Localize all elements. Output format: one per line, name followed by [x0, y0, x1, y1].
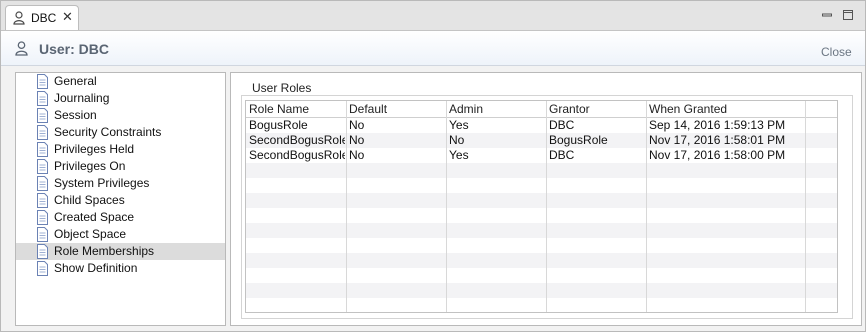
column-header[interactable]: Admin: [449, 102, 483, 116]
roles-table[interactable]: Role Name Default Admin Grantor When Granted…: [245, 100, 838, 313]
nav-item-privileges-on[interactable]: Privileges On: [16, 158, 225, 175]
tab-dbc[interactable]: DBC ✕: [5, 5, 79, 30]
group-title: User Roles: [249, 81, 315, 95]
nav-item-label: Journaling: [54, 91, 110, 105]
column-divider: [546, 101, 547, 312]
table-cell: DBC: [549, 148, 575, 162]
table-cell: BogusRole: [549, 133, 608, 147]
nav-item-object-space[interactable]: Object Space: [16, 226, 225, 243]
table-cell: No: [349, 133, 365, 147]
maximize-icon[interactable]: [842, 9, 854, 21]
column-divider: [646, 101, 647, 312]
table-cell: SecondBogusRole: [249, 148, 345, 162]
nav-item-label: Session: [54, 108, 97, 122]
nav-item-show-definition[interactable]: Show Definition: [16, 260, 225, 277]
nav-item-system-privileges[interactable]: System Privileges: [16, 175, 225, 192]
user-icon: [13, 11, 25, 25]
nav-item-label: Child Spaces: [54, 193, 125, 207]
document-icon: [37, 193, 48, 208]
nav-item-role-memberships[interactable]: Role Memberships: [16, 243, 225, 260]
table-cell: No: [449, 133, 465, 147]
section-navigator: General Journaling Session Security Constra…: [15, 72, 226, 326]
document-icon: [37, 227, 48, 242]
nav-item-label: Role Memberships: [54, 244, 155, 258]
empty-row: [246, 163, 837, 178]
nav-item-label: Security Constraints: [54, 125, 162, 139]
column-header[interactable]: When Granted: [649, 102, 727, 116]
empty-row: [246, 178, 837, 193]
nav-item-label: General: [54, 74, 97, 88]
table-cell: SecondBogusRole: [249, 133, 345, 147]
document-icon: [37, 108, 48, 123]
table-cell: No: [349, 118, 365, 132]
empty-row: [246, 268, 837, 283]
nav-item-label: Created Space: [54, 210, 135, 224]
tab-label: DBC: [31, 11, 57, 25]
user-icon: [15, 41, 28, 56]
nav-item-child-spaces[interactable]: Child Spaces: [16, 192, 225, 209]
column-header[interactable]: Default: [349, 102, 387, 116]
table-cell: Sep 14, 2016 1:59:13 PM: [649, 118, 786, 132]
document-icon: [37, 74, 48, 89]
close-link[interactable]: Close: [821, 45, 852, 59]
table-row[interactable]: SecondBogusRole No Yes DBC Nov 17, 2016 1:58…: [246, 148, 837, 163]
document-icon: [37, 142, 48, 157]
table-cell: Yes: [449, 118, 469, 132]
nav-item-session[interactable]: Session: [16, 107, 225, 124]
empty-row: [246, 298, 837, 312]
nav-item-label: Object Space: [54, 227, 127, 241]
document-icon: [37, 176, 48, 191]
empty-row: [246, 283, 837, 298]
nav-item-label: Privileges Held: [54, 142, 135, 156]
document-icon: [37, 261, 48, 276]
document-icon: [37, 244, 48, 259]
nav-item-general[interactable]: General: [16, 73, 225, 90]
column-divider: [446, 101, 447, 312]
column-header[interactable]: Grantor: [549, 102, 590, 116]
table-header: Role Name Default Admin Grantor When Granted: [246, 101, 837, 118]
nav-item-security-constraints[interactable]: Security Constraints: [16, 124, 225, 141]
page-title: User: DBC: [39, 41, 110, 57]
column-divider: [346, 101, 347, 312]
table-cell: BogusRole: [249, 118, 308, 132]
empty-row: [246, 238, 837, 253]
close-icon[interactable]: ✕: [62, 10, 73, 24]
table-cell: DBC: [549, 118, 575, 132]
empty-row: [246, 253, 837, 268]
nav-item-created-space[interactable]: Created Space: [16, 209, 225, 226]
empty-row: [246, 223, 837, 238]
roles-panel: User Roles Role Name Default Admin Grantor W…: [230, 72, 862, 326]
table-cell: No: [349, 148, 365, 162]
nav-item-label: Privileges On: [54, 159, 126, 173]
table-cell: Yes: [449, 148, 469, 162]
tab-bar: DBC ✕: [1, 1, 865, 31]
minimize-icon[interactable]: [821, 9, 833, 21]
table-row[interactable]: BogusRole No Yes DBC Sep 14, 2016 1:59:13 PM: [246, 118, 837, 133]
editor-header: User: DBC Close: [1, 31, 865, 66]
column-header[interactable]: Role Name: [249, 102, 309, 116]
empty-row: [246, 208, 837, 223]
document-icon: [37, 125, 48, 140]
table-cell: Nov 17, 2016 1:58:00 PM: [649, 148, 786, 162]
editor-window: DBC ✕ User: DBC Close General Journaling S…: [0, 0, 866, 332]
nav-item-journaling[interactable]: Journaling: [16, 90, 225, 107]
table-row[interactable]: SecondBogusRole No No BogusRole Nov 17, 2016…: [246, 133, 837, 148]
nav-item-label: Show Definition: [54, 261, 138, 275]
table-cell: Nov 17, 2016 1:58:01 PM: [649, 133, 786, 147]
document-icon: [37, 91, 48, 106]
document-icon: [37, 210, 48, 225]
empty-row: [246, 193, 837, 208]
document-icon: [37, 159, 48, 174]
nav-item-label: System Privileges: [54, 176, 150, 190]
nav-item-privileges-held[interactable]: Privileges Held: [16, 141, 225, 158]
column-divider: [805, 101, 806, 312]
